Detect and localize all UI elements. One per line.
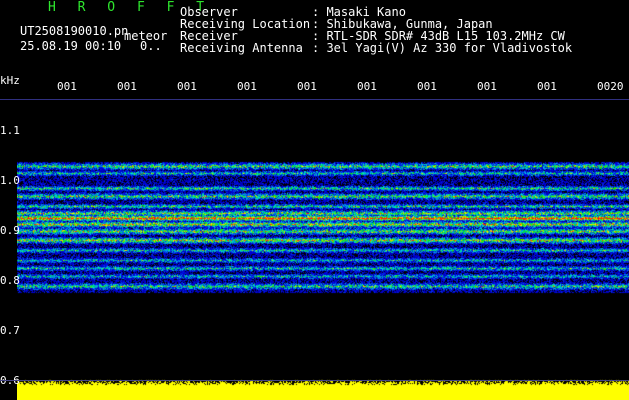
x-tick-label: 001 (537, 80, 557, 93)
x-tick-label: 001 (117, 80, 137, 93)
datetime: 25.08.19 00:10 (20, 39, 122, 53)
y-label: 1.0 (0, 174, 20, 187)
y-label: 0.8 (0, 274, 20, 287)
baseline (0, 380, 629, 381)
x-tick-label: 001 (177, 80, 197, 93)
y-label: 1.1 (0, 124, 20, 137)
x-tick-label: 001 (477, 80, 497, 93)
y-label: 0.7 (0, 324, 20, 337)
filename: UT2508190010.pn (20, 24, 129, 38)
x-tick-label: 001 (357, 80, 377, 93)
antenna-value: : 3el Yagi(V) Az 330 for Vladivostok (312, 41, 573, 55)
x-tick-label: 0020 (597, 80, 624, 93)
x-tick-label: 001 (417, 80, 437, 93)
y-label: 0.9 (0, 224, 20, 237)
antenna-label: Receiving Antenna (180, 41, 303, 55)
x-tick-label: 001 (237, 80, 257, 93)
x-tick-label: 001 (57, 80, 77, 93)
waterfall-spectrogram (17, 100, 629, 400)
status-text: 0.. (140, 39, 162, 53)
x-tick-label: 001 (297, 80, 317, 93)
y-axis-unit: kHz (0, 74, 20, 87)
